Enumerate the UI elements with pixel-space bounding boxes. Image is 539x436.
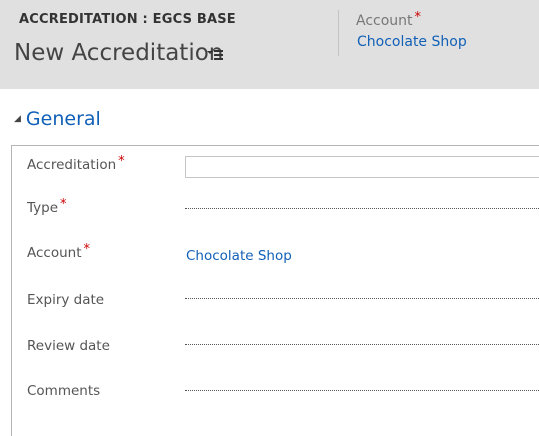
form-header: ACCREDITATION : EGCS BASE New Accreditat…: [0, 0, 539, 89]
expiry-date-label: Expiry date: [27, 292, 105, 308]
header-account-link[interactable]: Chocolate Shop: [357, 34, 467, 50]
required-indicator: *: [60, 197, 67, 212]
entity-title: ACCREDITATION : EGCS BASE: [19, 12, 236, 27]
required-indicator: *: [118, 154, 125, 169]
section-general-header[interactable]: ◢ General: [14, 106, 101, 132]
header-account-label: Account *: [356, 10, 422, 29]
header-divider: [338, 10, 339, 56]
required-indicator: *: [83, 242, 91, 257]
section-title: General: [25, 108, 101, 130]
type-field[interactable]: [185, 208, 539, 209]
expiry-date-field[interactable]: [185, 298, 539, 299]
required-indicator: *: [414, 10, 422, 25]
review-date-field[interactable]: [185, 344, 539, 345]
triangle-collapse-icon[interactable]: ◢: [14, 114, 21, 124]
comments-label: Comments: [27, 383, 101, 399]
form-selector-menu-icon[interactable]: [206, 48, 224, 66]
account-lookup-link[interactable]: Chocolate Shop: [186, 248, 292, 264]
comments-field[interactable]: [185, 390, 539, 391]
review-date-label: Review date: [27, 338, 110, 354]
list-menu-icon[interactable]: [206, 48, 224, 62]
accreditation-label: Accreditation *: [27, 154, 125, 173]
record-title: New Accreditation: [14, 40, 224, 66]
accreditation-input[interactable]: [185, 156, 539, 178]
account-label: Account *: [27, 242, 91, 261]
type-label: Type *: [27, 197, 67, 216]
